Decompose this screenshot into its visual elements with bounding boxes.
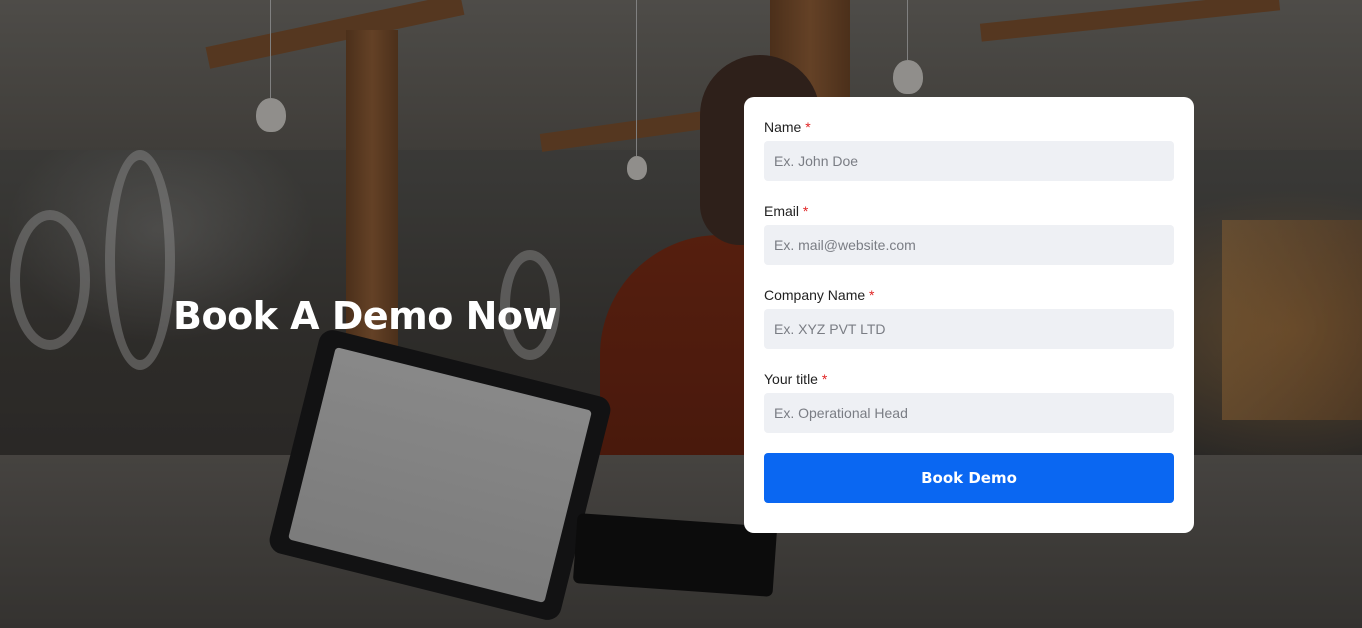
- hero-title: Book A Demo Now: [173, 294, 558, 338]
- book-demo-button[interactable]: Book Demo: [764, 453, 1174, 503]
- title-field-group: Your title *: [764, 369, 1174, 433]
- email-label-text: Email: [764, 203, 800, 219]
- company-name-label-text: Company Name: [764, 287, 866, 303]
- name-input[interactable]: [764, 141, 1174, 181]
- book-demo-form: Name * Email * Company Name * Your title…: [744, 97, 1194, 533]
- name-label: Name *: [764, 117, 1174, 137]
- company-name-field-group: Company Name *: [764, 285, 1174, 349]
- title-label: Your title *: [764, 369, 1174, 389]
- name-field-group: Name *: [764, 117, 1174, 181]
- required-asterisk: *: [821, 371, 828, 387]
- required-asterisk: *: [805, 119, 811, 135]
- required-asterisk: *: [802, 203, 809, 219]
- email-input[interactable]: [764, 225, 1174, 265]
- email-field-group: Email *: [764, 201, 1174, 265]
- email-label: Email *: [764, 201, 1174, 221]
- required-asterisk: *: [869, 287, 875, 303]
- title-label-text: Your title: [764, 371, 818, 387]
- company-name-input[interactable]: [764, 309, 1174, 349]
- title-input[interactable]: [764, 393, 1174, 433]
- name-label-text: Name: [764, 119, 802, 135]
- company-name-label: Company Name *: [764, 285, 1174, 305]
